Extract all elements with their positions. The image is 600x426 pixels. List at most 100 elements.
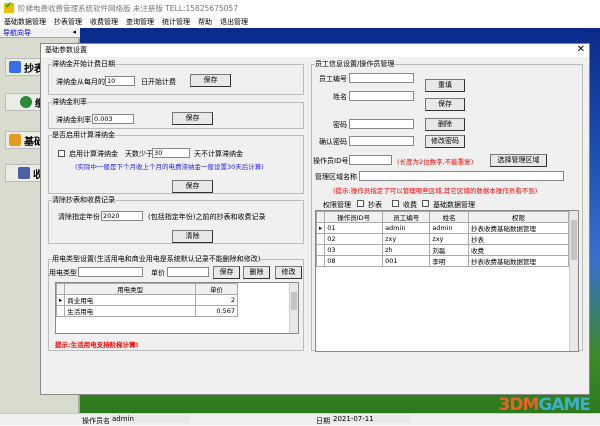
menu-basic-data[interactable]: 基础数据管理 — [4, 17, 46, 27]
power-type-table: 用电类型 单价 ▸ 商业用电 2 生活用电 0.567 — [55, 283, 238, 317]
scrollbar-thumb[interactable] — [291, 292, 297, 310]
app-icon — [4, 1, 14, 13]
cell: 03 — [324, 244, 384, 256]
table-row[interactable]: 08 001 李明 抄表收费基础数据管理 — [315, 255, 569, 267]
date-value: 2021-07-11 — [331, 415, 411, 423]
charge-icon — [18, 167, 30, 179]
days-suffix: 天不计算滞纳金 — [194, 150, 243, 158]
menu-query[interactable]: 查询管理 — [126, 17, 154, 27]
save-power-type-button[interactable]: 保存 — [213, 266, 240, 279]
cell: 抄表 — [468, 233, 569, 245]
price-input[interactable] — [167, 267, 209, 277]
password-input[interactable] — [349, 119, 414, 129]
staff-group: 员工信息设置/操作员管理 员工编号 姓名 密码 确认密码 重填 保存 删除 修改… — [311, 59, 583, 352]
watermark-b: GAME — [538, 395, 591, 415]
days-label: 天数少于 — [125, 150, 153, 158]
menu-meter-reading[interactable]: 抄表管理 — [54, 17, 82, 27]
data-icon — [9, 134, 21, 146]
power-type-group: 用电类型设置(生活用电和商业用电是系统默认记录不能删除和修改) 用电类型 单价 … — [48, 254, 304, 351]
row-header — [55, 283, 66, 295]
close-icon[interactable]: ✕ — [577, 44, 585, 55]
days-input[interactable]: 30 — [152, 148, 190, 158]
column-header: 姓名 — [429, 211, 469, 223]
delete-staff-button[interactable]: 删除 — [425, 118, 465, 131]
area-name-input[interactable] — [359, 171, 564, 181]
price-label: 单价 — [151, 269, 165, 277]
select-area-button[interactable]: 选择管理区域 — [490, 154, 547, 167]
perm-charge-label: 收费 — [403, 201, 417, 209]
power-type-label: 用电类型 — [49, 269, 77, 277]
table-row[interactable]: ▸ 商业用电 2 — [55, 294, 238, 306]
column-header: 权限 — [468, 211, 569, 223]
cell: admin — [429, 222, 469, 234]
operator-id-input[interactable] — [349, 155, 392, 165]
cell: 抄表收费基础数据管理 — [468, 222, 569, 234]
menu-exit[interactable]: 退出管理 — [220, 17, 248, 27]
cell: zxy — [429, 233, 469, 245]
row-pointer-icon: ▸ — [315, 222, 326, 234]
power-type-table-container: 用电类型 单价 ▸ 商业用电 2 生活用电 0.567 — [55, 282, 299, 334]
operator-name-value: admin — [110, 415, 190, 423]
group-title: 滞纳金开始计费日期 — [52, 60, 115, 68]
staff-id-input[interactable] — [349, 73, 414, 83]
scrollbar[interactable] — [289, 283, 298, 333]
cell: admin — [382, 222, 431, 234]
column-header: 用电类型 — [64, 283, 196, 295]
save-late-fee-day-button[interactable]: 保存 — [190, 74, 231, 87]
menu-charges[interactable]: 收费管理 — [90, 17, 118, 27]
table-row[interactable]: 03 zh 刘磊 收费 — [315, 244, 569, 256]
cell: 李明 — [429, 255, 469, 267]
clear-year-label: 清除指定年份 — [58, 213, 100, 221]
perm-charge-checkbox[interactable] — [392, 200, 399, 207]
row-header — [55, 305, 66, 317]
collapse-arrow-icon[interactable]: ◂ — [72, 28, 76, 36]
reset-button[interactable]: 重填 — [425, 79, 465, 92]
staff-name-label: 姓名 — [333, 93, 347, 101]
power-type-input[interactable] — [78, 267, 143, 277]
group-title: 员工信息设置/操作员管理 — [315, 60, 395, 68]
cell: 抄表收费基础数据管理 — [468, 255, 569, 267]
group-title: 是否启用计算滞纳金 — [52, 131, 115, 139]
perm-basic-data-checkbox[interactable] — [422, 200, 429, 207]
cell: 商业用电 — [64, 294, 196, 306]
late-fee-day-label: 滞纳金从每月的 — [56, 78, 105, 86]
confirm-password-input[interactable] — [349, 136, 414, 146]
scrollbar[interactable] — [569, 211, 578, 351]
operator-table: 操作员ID号 员工编号 姓名 权限 ▸ 01 admin admin 抄表收费基础数据管理 0… — [315, 211, 569, 267]
late-fee-day-input[interactable]: 10 — [105, 76, 135, 86]
save-staff-button[interactable]: 保存 — [425, 98, 465, 111]
staff-id-label: 员工编号 — [319, 75, 347, 83]
cell: 生活用电 — [64, 305, 196, 317]
save-enable-late-fee-button[interactable]: 保存 — [172, 180, 213, 193]
late-fee-date-group: 滞纳金开始计费日期 滞纳金从每月的 10 日开始计费 保存 — [48, 59, 304, 95]
cell: 01 — [324, 222, 384, 234]
table-row[interactable]: 生活用电 0.567 — [55, 305, 238, 317]
perm-basic-data-label: 基础数据管理 — [433, 201, 475, 209]
save-late-fee-rate-button[interactable]: 保存 — [172, 112, 213, 125]
modify-power-type-button[interactable]: 修改 — [275, 266, 302, 279]
row-header — [315, 244, 326, 256]
table-row[interactable]: 02 zxy zxy 抄表 — [315, 233, 569, 245]
row-header — [315, 255, 326, 267]
perm-meter-checkbox[interactable] — [357, 200, 364, 207]
enable-late-fee-checkbox[interactable] — [58, 150, 65, 157]
scrollbar-thumb[interactable] — [571, 220, 577, 260]
delete-power-type-button[interactable]: 删除 — [243, 266, 270, 279]
row-pointer-icon: ▸ — [55, 294, 66, 306]
row-header — [315, 233, 326, 245]
late-fee-rate-input[interactable]: 0.003 — [92, 114, 134, 124]
cell: zh — [382, 244, 431, 256]
late-fee-note: (实际中一般是下个月收上个月的电费滞纳金一般设置30天后计算) — [75, 163, 264, 171]
operator-id-label: 操作员ID号 — [313, 157, 349, 165]
table-row[interactable]: ▸ 01 admin admin 抄表收费基础数据管理 — [315, 222, 569, 234]
cell: 08 — [324, 255, 384, 267]
menu-help[interactable]: 帮助 — [198, 17, 212, 27]
clear-year-input[interactable]: 2020 — [101, 211, 143, 221]
change-password-button[interactable]: 修改密码 — [425, 135, 465, 148]
staff-name-input[interactable] — [349, 91, 414, 101]
menu-statistics[interactable]: 统计管理 — [162, 17, 190, 27]
clear-records-button[interactable]: 清除 — [172, 230, 213, 243]
group-title: 滞纳金利率 — [52, 98, 87, 106]
title-bar: 阶梯电费收费管理系统软件网络版 未注册版 TELL:15825675057 — [0, 0, 600, 16]
late-fee-rate-group: 滞纳金利率 滞纳金利率 0.003 保存 — [48, 97, 304, 129]
